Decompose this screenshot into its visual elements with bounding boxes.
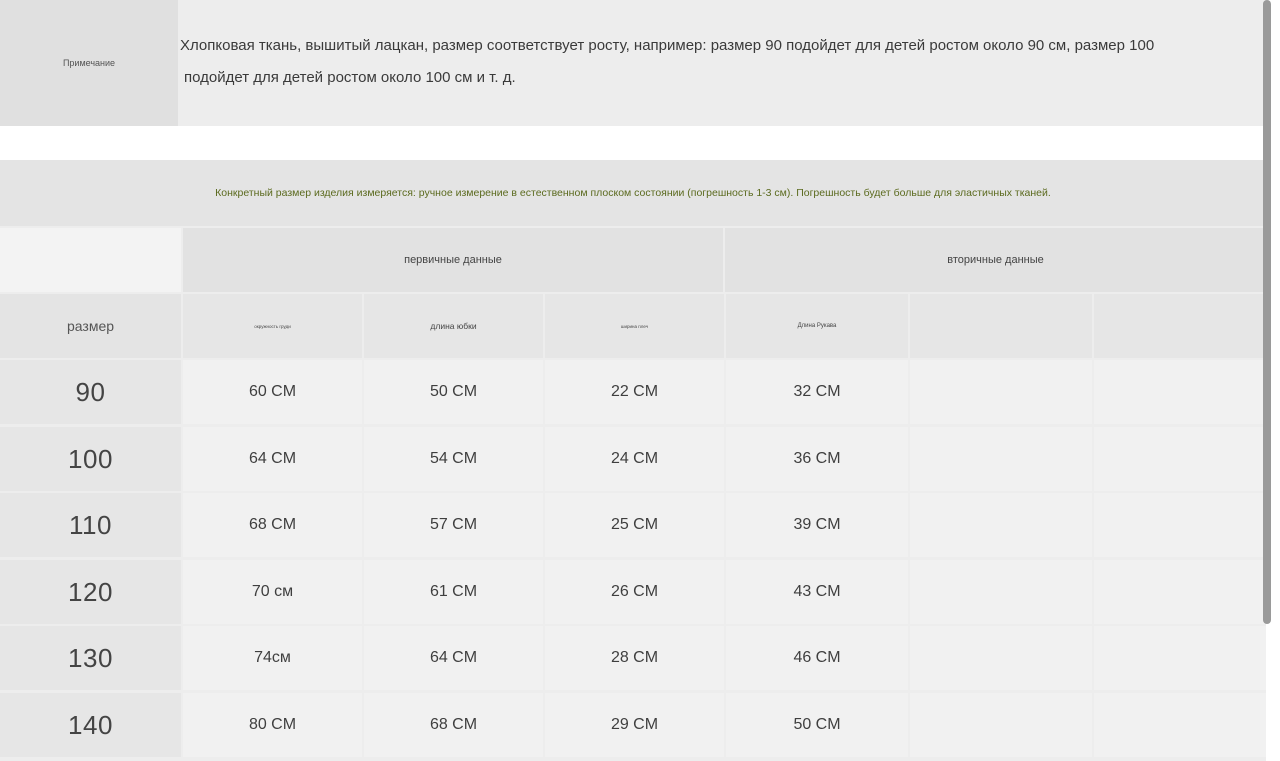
measurement-value-cell: 74см [183,626,362,690]
measurement-table: Конкретный размер изделия измеряется: ру… [0,160,1266,761]
measurement-value-cell: 60 CM [183,360,362,424]
measurement-value-cell: 32 CM [726,360,908,424]
empty-cell [1094,560,1266,624]
table-corner-cell [0,228,181,292]
note-label: Примечание [0,0,178,126]
measurement-note-banner: Конкретный размер изделия измеряется: ру… [0,160,1266,226]
measurement-column-header: ширина плеч [545,294,724,358]
measurement-value-cell: 61 CM [364,560,543,624]
note-text-line-2: подойдет для детей ростом около 100 см и… [184,69,516,86]
measurement-value-cell: 70 см [183,560,362,624]
size-cell: 120 [0,560,181,624]
size-cell: 90 [0,360,181,424]
empty-cell [1094,493,1266,557]
size-cell: 130 [0,626,181,690]
size-column-header: размер [0,294,181,358]
measurement-column-header [1094,294,1266,358]
empty-cell [910,360,1092,424]
size-cell: 140 [0,693,181,757]
measurement-column-header: Длина Рукава [726,294,908,358]
measurement-value-cell: 54 CM [364,427,543,491]
measurement-value-cell: 64 CM [183,427,362,491]
measurement-value-cell: 36 CM [726,427,908,491]
measurement-column-header: окружность груди [183,294,362,358]
measurement-value-cell: 24 CM [545,427,724,491]
measurement-value-cell: 64 CM [364,626,543,690]
measurement-column-header [910,294,1092,358]
empty-cell [1094,360,1266,424]
group-header-secondary: вторичные данные [725,228,1266,292]
note-text-line-1: Хлопковая ткань, вышитый лацкан, размер … [180,37,1155,54]
group-header-primary: первичные данные [183,228,723,292]
note-text: Хлопковая ткань, вышитый лацкан, размер … [178,0,1266,126]
empty-cell [910,693,1092,757]
size-cell: 110 [0,493,181,557]
measurement-value-cell: 80 CM [183,693,362,757]
empty-cell [910,493,1092,557]
measurement-value-cell: 26 CM [545,560,724,624]
measurement-value-cell: 25 CM [545,493,724,557]
measurement-value-cell: 22 CM [545,360,724,424]
empty-cell [910,427,1092,491]
empty-cell [1094,427,1266,491]
empty-cell [1094,626,1266,690]
measurement-value-cell: 50 CM [364,360,543,424]
measurement-value-cell: 68 CM [183,493,362,557]
measurement-value-cell: 57 CM [364,493,543,557]
measurement-value-cell: 46 CM [726,626,908,690]
size-chart-page: Примечание Хлопковая ткань, вышитый лацк… [0,0,1280,761]
empty-cell [910,560,1092,624]
measurement-value-cell: 43 CM [726,560,908,624]
measurement-value-cell: 50 CM [726,693,908,757]
size-cell: 100 [0,427,181,491]
empty-cell [1094,693,1266,757]
note-section: Примечание Хлопковая ткань, вышитый лацк… [0,0,1266,126]
vertical-scrollbar[interactable] [1263,0,1271,624]
measurement-value-cell: 68 CM [364,693,543,757]
empty-cell [910,626,1092,690]
measurement-value-cell: 28 CM [545,626,724,690]
measurement-value-cell: 29 CM [545,693,724,757]
measurement-column-header: длина юбки [364,294,543,358]
measurement-value-cell: 39 CM [726,493,908,557]
